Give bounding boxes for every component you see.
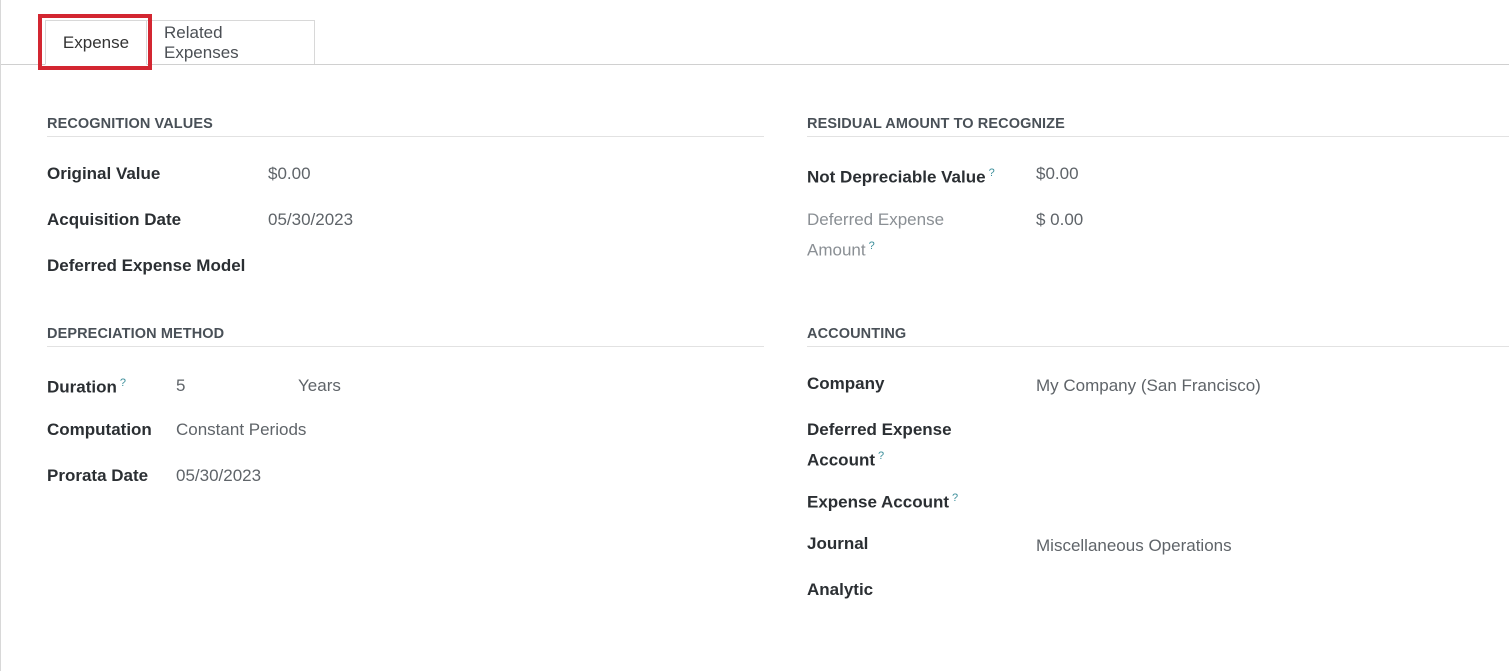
deferred-expense-amount-value: $ 0.00 xyxy=(1036,210,1084,229)
field-label: Analytic xyxy=(807,580,874,599)
field-duration: Duration? 5 Years xyxy=(47,370,764,401)
duration-number-input[interactable]: 5 xyxy=(176,372,185,399)
field-company: Company My Company (San Francisco) xyxy=(807,370,1509,397)
field-deferred-expense-model: Deferred Expense Model xyxy=(47,252,764,279)
field-analytic: Analytic xyxy=(807,576,1509,603)
field-journal: Journal Miscellaneous Operations xyxy=(807,530,1509,557)
tab-expense[interactable]: Expense xyxy=(45,20,147,65)
analytic-input[interactable] xyxy=(1036,576,1436,603)
field-label-line2: Amount xyxy=(807,240,866,260)
section-depreciation-method: DEPRECIATION METHOD Duration? 5 Years Co… xyxy=(47,326,764,496)
help-tooltip-icon[interactable]: ? xyxy=(952,492,958,504)
field-original-value: Original Value $0.00 xyxy=(47,160,764,187)
section-title: ACCOUNTING xyxy=(807,326,1509,347)
field-deferred-expense-amount: Deferred Expense Amount? $ 0.00 xyxy=(807,206,1509,264)
help-tooltip-icon[interactable]: ? xyxy=(869,240,875,252)
field-computation: Computation Constant Periods xyxy=(47,416,764,443)
field-expense-account: Expense Account? xyxy=(807,485,1509,516)
field-label: Expense Account? xyxy=(807,485,958,516)
field-deferred-expense-account: Deferred Expense Account? xyxy=(807,416,1509,474)
tabs-divider xyxy=(1,64,1509,65)
tab-related-expenses[interactable]: Related Expenses xyxy=(147,20,315,65)
duration-unit-select[interactable]: Years xyxy=(298,372,341,399)
field-label-line1: Deferred Expense xyxy=(807,420,952,439)
field-label: Prorata Date xyxy=(47,466,149,485)
field-label: Computation xyxy=(47,420,152,439)
field-label-text: Not Depreciable Value xyxy=(807,167,986,187)
field-label: Deferred Expense Account? xyxy=(807,416,952,474)
field-label-line2: Account xyxy=(807,450,875,470)
expense-account-select[interactable] xyxy=(1036,485,1436,512)
field-label: Original Value xyxy=(47,164,161,183)
section-title: RESIDUAL AMOUNT TO RECOGNIZE xyxy=(807,116,1509,137)
field-label: Deferred Expense Amount? xyxy=(807,206,944,264)
section-recognition-values: RECOGNITION VALUES Original Value $0.00 … xyxy=(47,116,764,286)
deferred-expense-account-select[interactable] xyxy=(1036,416,1436,443)
prorata-date-input[interactable]: 05/30/2023 xyxy=(176,462,261,489)
company-select[interactable]: My Company (San Francisco) xyxy=(1036,372,1261,399)
not-depreciable-value-input[interactable]: $0.00 xyxy=(1036,160,1079,187)
field-label: Company xyxy=(807,374,885,393)
field-not-depreciable-value: Not Depreciable Value? $0.00 xyxy=(807,160,1509,191)
deferred-expense-model-input[interactable] xyxy=(268,252,668,279)
section-title: DEPRECIATION METHOD xyxy=(47,326,764,347)
field-label: Journal xyxy=(807,534,869,553)
form-sheet: Expense Related Expenses RECOGNITION VAL… xyxy=(0,0,1509,671)
help-tooltip-icon[interactable]: ? xyxy=(878,450,884,462)
help-tooltip-icon[interactable]: ? xyxy=(120,377,126,389)
acquisition-date-input[interactable]: 05/30/2023 xyxy=(268,206,353,233)
field-label: Deferred Expense Model xyxy=(47,256,246,275)
section-accounting: ACCOUNTING Company My Company (San Franc… xyxy=(807,326,1509,616)
field-prorata-date: Prorata Date 05/30/2023 xyxy=(47,462,764,489)
help-tooltip-icon[interactable]: ? xyxy=(989,167,995,179)
field-label-text: Duration xyxy=(47,377,117,397)
notebook-tabs: Expense Related Expenses xyxy=(45,20,315,65)
field-label-line1: Deferred Expense xyxy=(807,210,945,229)
section-title: RECOGNITION VALUES xyxy=(47,116,764,137)
field-label: Not Depreciable Value? xyxy=(807,160,995,191)
field-acquisition-date: Acquisition Date 05/30/2023 xyxy=(47,206,764,233)
section-residual-amount: RESIDUAL AMOUNT TO RECOGNIZE Not Depreci… xyxy=(807,116,1509,266)
computation-select[interactable]: Constant Periods xyxy=(176,416,306,443)
journal-select[interactable]: Miscellaneous Operations xyxy=(1036,532,1232,559)
original-value-input[interactable]: $0.00 xyxy=(268,160,311,187)
field-label-text: Expense Account xyxy=(807,492,950,512)
field-label: Duration? xyxy=(47,370,126,401)
field-label: Acquisition Date xyxy=(47,210,182,229)
